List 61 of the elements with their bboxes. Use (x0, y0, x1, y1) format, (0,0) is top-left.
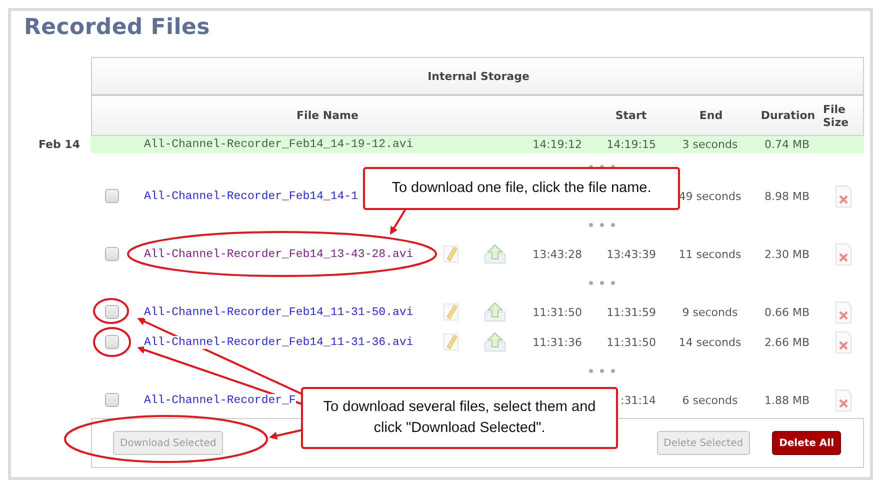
table-cell: 11:31:59 (606, 306, 656, 318)
table-cell: 14:19:12 (532, 138, 582, 151)
checkbox[interactable] (105, 305, 119, 319)
table-cell: 13:43:28 (532, 248, 582, 260)
upload-arrow-icon[interactable] (484, 301, 506, 323)
table-cell: :31:14 (620, 394, 656, 406)
document-x-icon[interactable] (834, 184, 852, 208)
table-cell: 11:31:36 (532, 336, 582, 348)
upload-arrow-icon[interactable] (484, 331, 506, 353)
table-cell: 14 seconds (678, 336, 742, 348)
table-cell: 3 seconds (682, 138, 738, 151)
checkbox[interactable] (105, 393, 119, 407)
ellipsis-icon (588, 222, 616, 228)
table-cell: 0.66 MB (764, 306, 810, 318)
column-header: File Name (296, 108, 360, 124)
file-link[interactable]: All-Channel-Recorder_F (144, 394, 296, 406)
table-cell: 11:31:50 (606, 336, 656, 348)
table-cell: 0.74 MB (764, 138, 810, 151)
pencil-icon[interactable] (442, 244, 460, 264)
pencil-icon[interactable] (442, 302, 460, 322)
file-link[interactable]: All-Channel-Recorder_Feb14_14-1 (144, 190, 358, 202)
table-cell: 9 seconds (682, 306, 738, 318)
callout-arrow (269, 429, 302, 440)
table-cell: 11:31:50 (532, 306, 582, 318)
file-name: All-Channel-Recorder_Feb14_14-19-12.avi (144, 138, 414, 151)
callout-arrow (390, 209, 406, 235)
table-cell: 49 seconds (678, 190, 742, 202)
page-title: Recorded Files (24, 15, 211, 42)
date-label: Feb 14 (38, 138, 81, 151)
document-x-icon[interactable] (834, 388, 852, 412)
callout: To download one file, click the file name. (363, 167, 680, 210)
table-cell: 1.88 MB (764, 394, 810, 406)
document-x-icon[interactable] (834, 242, 852, 266)
document-x-icon[interactable] (834, 300, 852, 324)
column-header: Start (614, 108, 648, 124)
table-cell: 8.98 MB (764, 190, 810, 202)
action-button[interactable]: Delete All (772, 431, 841, 455)
file-link[interactable]: All-Channel-Recorder_Feb14_11-31-36.avi (144, 336, 414, 348)
ellipsis-icon (588, 280, 616, 286)
checkbox[interactable] (105, 189, 119, 203)
column-header: File Size (823, 102, 850, 130)
file-link[interactable]: All-Channel-Recorder_Feb14_11-31-50.avi (144, 306, 414, 318)
table-cell: 14:19:15 (606, 138, 656, 151)
document-x-icon[interactable] (834, 330, 852, 354)
column-header: Duration (760, 108, 816, 124)
table-cell: 6 seconds (682, 394, 738, 406)
table-cell: 11 seconds (678, 248, 742, 260)
ellipsis-icon (588, 368, 616, 374)
upload-arrow-icon[interactable] (484, 243, 506, 265)
column-header: End (698, 108, 724, 124)
checkbox[interactable] (105, 247, 119, 261)
pencil-icon[interactable] (442, 332, 460, 352)
storage-header: Internal Storage (426, 68, 530, 84)
file-link[interactable]: All-Channel-Recorder_Feb14_13-43-28.avi (144, 248, 414, 260)
table-cell: 13:43:39 (606, 248, 656, 260)
callout: To download several files, select them and click "Download Selected". (301, 387, 618, 449)
table-cell: 2.66 MB (764, 336, 810, 348)
highlight-ellipse (93, 327, 131, 357)
checkbox[interactable] (105, 335, 119, 349)
table-cell: 2.30 MB (764, 248, 810, 260)
highlight-ellipse (93, 298, 129, 324)
